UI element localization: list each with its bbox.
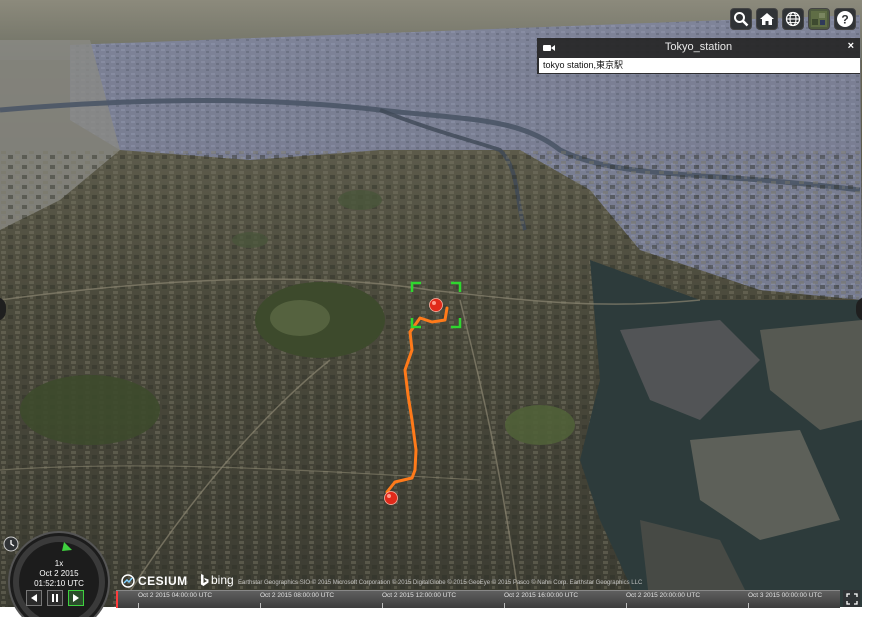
pause-button[interactable] <box>47 590 63 606</box>
imagery-icon <box>811 11 827 27</box>
animation-time: 01:52:10 UTC <box>34 579 84 588</box>
play-reverse-icon <box>31 594 37 602</box>
home-icon <box>760 13 774 25</box>
destination-marker <box>384 491 398 505</box>
bing-logo-text: bing <box>211 573 234 587</box>
animation-speed: 1x <box>54 559 64 568</box>
timeline-tick <box>138 603 139 608</box>
animation-date: Oct 2 2015 <box>39 569 79 578</box>
globe-icon <box>785 11 801 27</box>
cesium-logo[interactable]: CESIUM <box>121 574 188 588</box>
infobox-close-button[interactable]: × <box>848 40 854 52</box>
play-button[interactable] <box>68 590 84 606</box>
animation-widget[interactable]: 1x Oct 2 2015 01:52:10 UTC <box>0 530 118 617</box>
bing-logo[interactable]: bing <box>200 573 234 587</box>
map-3d-scene[interactable] <box>0 0 862 607</box>
fullscreen-icon <box>845 592 858 605</box>
timeline-tick <box>260 603 261 608</box>
data-attribution[interactable]: Earthstar Geographics SIO © 2015 Microso… <box>238 580 642 586</box>
timeline-label: Oct 3 2015 00:00:00 UTC <box>748 592 823 599</box>
timeline-label: Oct 2 2015 16:00:00 UTC <box>504 592 579 599</box>
geocoder-search-button[interactable] <box>730 8 752 30</box>
bing-logo-icon <box>201 573 209 586</box>
pause-icon <box>52 594 58 602</box>
timeline-tick <box>504 603 505 608</box>
infobox-description: tokyo station,東京駅 <box>539 58 860 73</box>
timeline-tick <box>382 603 383 608</box>
timeline-label: Oct 2 2015 20:00:00 UTC <box>626 592 701 599</box>
timeline-needle[interactable] <box>116 591 118 608</box>
cesium-viewer[interactable]: ? Tokyo_station × tokyo station,東京駅 CESI… <box>0 0 862 607</box>
svg-text:?: ? <box>841 13 848 27</box>
help-button[interactable]: ? <box>834 8 856 30</box>
timeline-label: Oct 2 2015 04:00:00 UTC <box>138 592 213 599</box>
timeline-tick <box>626 603 627 608</box>
fullscreen-button[interactable] <box>843 590 860 607</box>
clock-shuttle-icon[interactable] <box>3 536 19 552</box>
help-icon: ? <box>837 11 853 27</box>
search-icon <box>734 12 749 27</box>
play-reverse-button[interactable] <box>26 590 42 606</box>
play-icon <box>73 594 79 602</box>
timeline[interactable]: Oct 2 2015 04:00:00 UTC Oct 2 2015 08:00… <box>116 590 840 608</box>
timeline-tick <box>748 603 749 608</box>
home-button[interactable] <box>756 8 778 30</box>
timeline-label: Oct 2 2015 08:00:00 UTC <box>260 592 335 599</box>
tokyo-station-marker <box>429 298 443 312</box>
infobox-title: Tokyo_station <box>664 41 733 53</box>
cesium-logo-text: CESIUM <box>138 574 188 588</box>
scene-mode-button[interactable] <box>782 8 804 30</box>
base-layer-picker-button[interactable] <box>808 8 830 30</box>
infobox: Tokyo_station × tokyo station,東京駅 <box>537 38 860 74</box>
timeline-label: Oct 2 2015 12:00:00 UTC <box>382 592 457 599</box>
cesium-logo-icon <box>121 574 135 588</box>
